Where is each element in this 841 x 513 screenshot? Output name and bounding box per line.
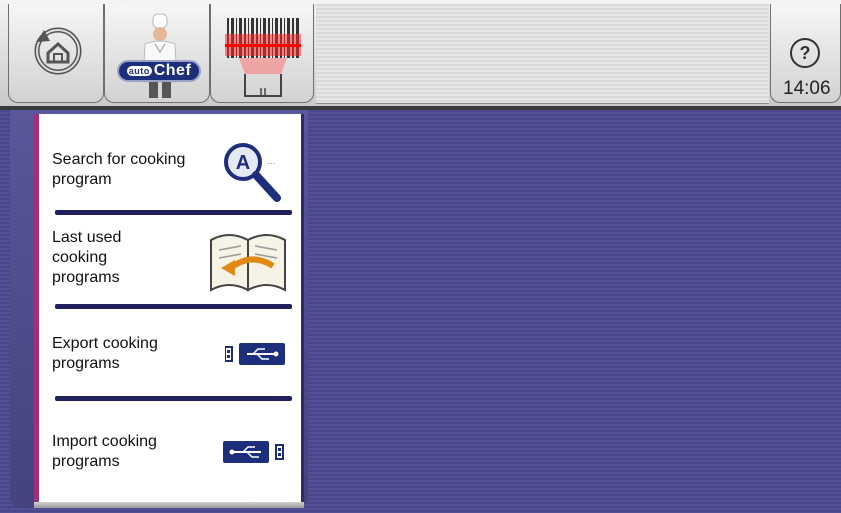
top-toolbar: auto Chef ? 14:06 [0, 0, 841, 110]
chef-figure-icon [142, 13, 178, 98]
magnifier-a-icon: A ... [224, 143, 281, 202]
menu-item-search[interactable]: Search for cooking program A ... [39, 114, 301, 215]
menu-separator [55, 396, 292, 401]
menu-item-import-label: Import cooking programs [52, 433, 157, 470]
menu-item-last-used-label: Last used cooking programs [52, 229, 122, 286]
help-button[interactable]: ? 14:06 [770, 4, 841, 103]
autochef-badge: auto Chef [117, 60, 201, 82]
menu-item-last-used[interactable]: Last used cooking programs [39, 216, 301, 309]
back-home-button[interactable] [8, 4, 104, 103]
svg-text:A: A [236, 152, 250, 174]
menu-item-import[interactable]: Import cooking programs [39, 406, 301, 496]
barcode-scanner-icon [225, 18, 301, 97]
autochef-button[interactable]: auto Chef [104, 4, 210, 103]
svg-text:...: ... [267, 156, 275, 167]
toolbar-stripe [316, 4, 769, 104]
menu-item-export[interactable]: Export cooking programs [39, 310, 301, 401]
main-area: Search for cooking program A ... Last us… [0, 110, 841, 513]
menu-separator [55, 210, 292, 215]
clock: 14:06 [783, 78, 831, 99]
cooking-program-menu: Search for cooking program A ... Last us… [10, 110, 308, 508]
menu-item-export-label: Export cooking programs [52, 335, 158, 372]
menu-panel: Search for cooking program A ... Last us… [34, 114, 304, 502]
book-return-icon [210, 234, 286, 292]
autochef-badge-auto: auto [126, 66, 152, 76]
autochef-badge-chef: Chef [153, 62, 192, 79]
help-icon: ? [790, 38, 820, 68]
barcode-scanner-button[interactable] [210, 4, 314, 103]
menu-item-search-label: Search for cooking program [52, 151, 186, 188]
menu-panel-base [34, 502, 304, 508]
usb-export-icon [225, 343, 285, 365]
back-home-icon [34, 27, 82, 75]
usb-import-icon [223, 441, 284, 463]
menu-separator [55, 304, 292, 309]
